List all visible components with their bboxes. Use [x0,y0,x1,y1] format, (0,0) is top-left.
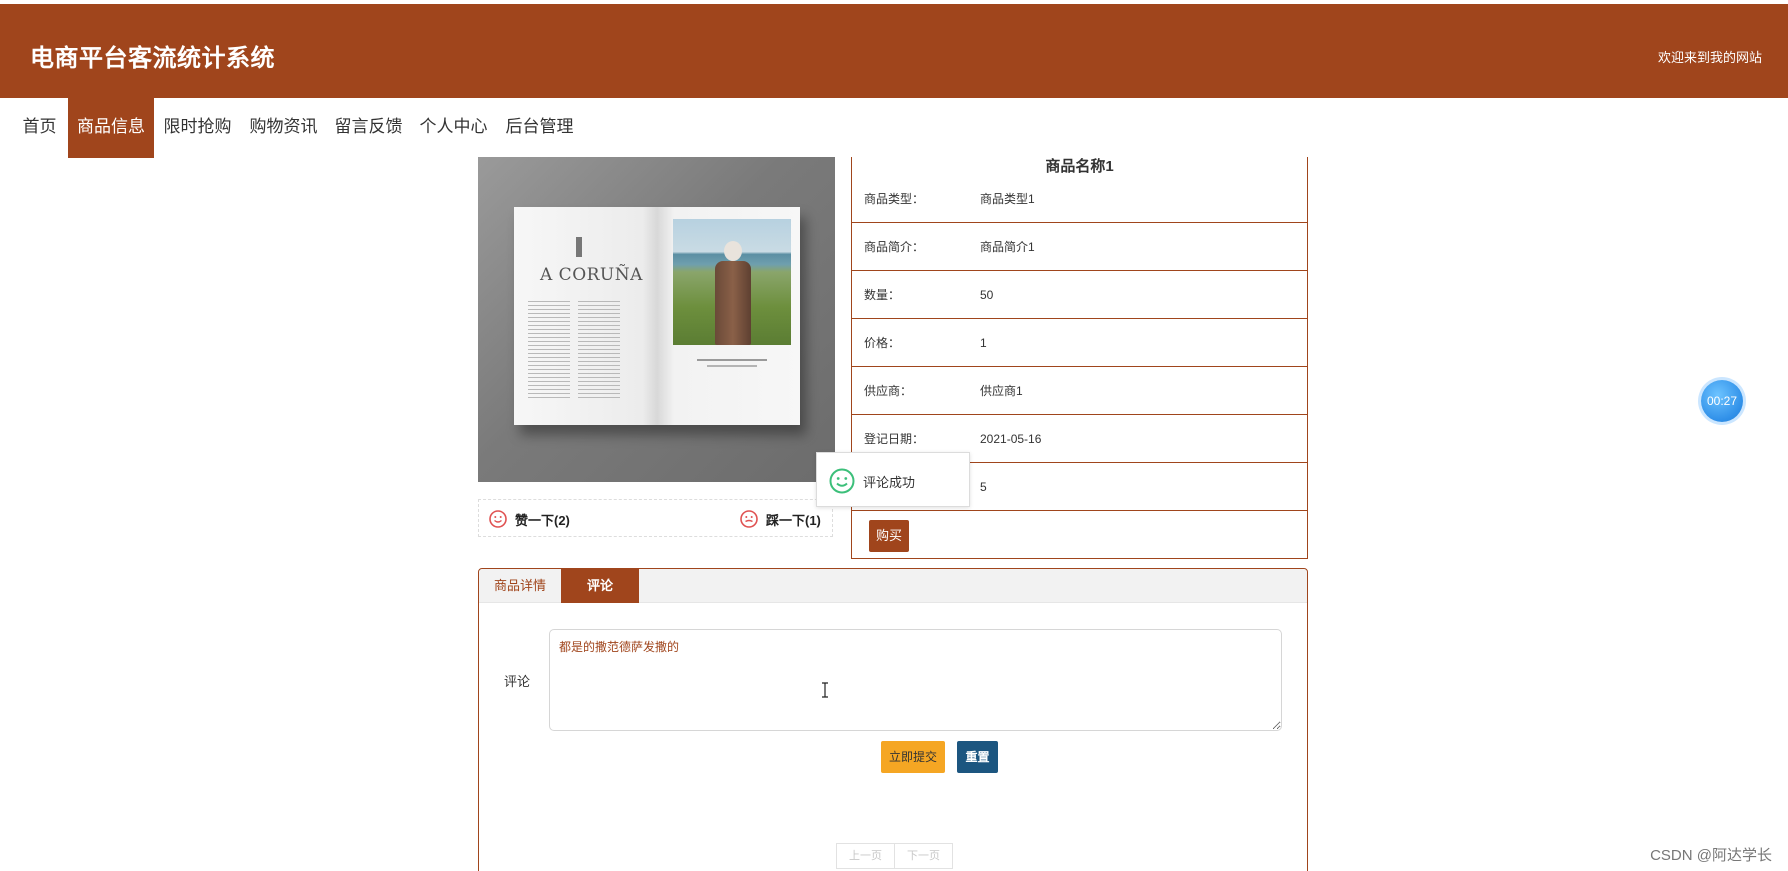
comment-success-toast: 评论成功 [816,452,970,507]
site-header: 电商平台客流统计系统 欢迎来到我的网站 [0,4,1788,98]
frown-face-icon [740,510,758,528]
comment-input[interactable]: 都是的撒范德萨发撒的 [549,629,1282,731]
lighthouse-icon [576,237,582,257]
tab-product-details[interactable]: 商品详情 [479,569,561,603]
like-button[interactable]: 赞一下(2) [489,508,570,530]
dislike-button[interactable]: 踩一下(1) [740,508,821,530]
nav-item-admin[interactable]: 后台管理 [497,98,582,158]
submit-comment-button[interactable]: 立即提交 [881,741,945,773]
product-tabs-panel: 商品详情 评论 评论 都是的撒范德萨发撒的 立即提交 重置 上一页 下一页 [478,568,1308,871]
vote-bar: 赞一下(2) 踩一下(1) [478,499,833,537]
info-row-quantity: 数量： 50 [852,271,1307,319]
nav-item-feedback[interactable]: 留言反馈 [326,98,411,158]
product-name: 商品名称1 [1045,158,1114,175]
magazine-right-page [657,207,800,425]
like-label: 赞一下(2) [515,512,570,528]
nav-item-user-center[interactable]: 个人中心 [411,98,496,158]
info-row-supplier: 供应商： 供应商1 [852,367,1307,415]
info-row-price: 价格： 1 [852,319,1307,367]
pagination: 上一页 下一页 [836,843,953,869]
main-nav: 首页 商品信息 限时抢购 购物资讯 留言反馈 个人中心 后台管理 [0,98,1788,158]
next-page-button[interactable]: 下一页 [895,843,953,869]
nav-item-flash-sale[interactable]: 限时抢购 [155,98,240,158]
person-figure [715,241,751,345]
nav-item-home[interactable]: 首页 [12,98,67,158]
product-image[interactable]: A CORUÑA [478,157,835,482]
magazine-photo [673,219,791,345]
magazine-left-page: A CORUÑA [514,207,657,425]
magazine-illustration: A CORUÑA [514,207,806,435]
nav-item-shopping-news[interactable]: 购物资讯 [241,98,326,158]
site-title: 电商平台客流统计系统 [30,45,275,72]
nav-item-products[interactable]: 商品信息 [68,98,154,158]
tab-comments[interactable]: 评论 [561,569,639,603]
info-row-type: 商品类型： 商品类型1 [852,175,1307,223]
smile-face-icon [489,510,507,528]
reset-button[interactable]: 重置 [957,741,998,773]
prev-page-button[interactable]: 上一页 [836,843,895,869]
toast-message: 评论成功 [863,475,916,490]
dislike-label: 踩一下(1) [766,512,821,528]
magazine-heading: A CORUÑA [540,265,643,285]
csdn-watermark: CSDN @阿达学长 [1650,847,1772,864]
comment-label: 评论 [504,674,531,689]
info-row-intro: 商品简介： 商品简介1 [852,223,1307,271]
tab-header: 商品详情 评论 [479,569,1307,603]
buy-button[interactable]: 购买 [869,520,909,552]
timer-badge[interactable]: 00:27 [1701,380,1743,422]
text-cursor-icon [822,682,828,698]
welcome-text: 欢迎来到我的网站 [1657,50,1762,65]
smile-icon [829,468,855,494]
